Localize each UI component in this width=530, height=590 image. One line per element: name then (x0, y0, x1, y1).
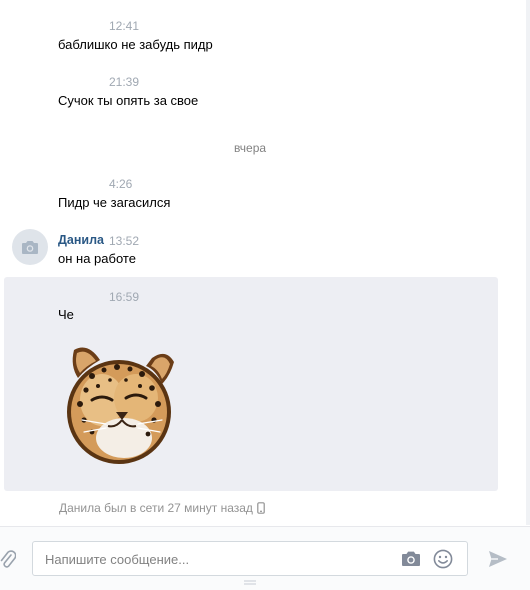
date-separator: вчера (233, 141, 267, 155)
send-arrow-icon[interactable] (487, 549, 509, 569)
message-text: Пидр че загасился (58, 195, 171, 210)
presence-status: Данила был в сети 27 минут назад (59, 501, 265, 515)
message-text: баблишко не забудь пидр (58, 37, 213, 52)
leopard-sticker (67, 347, 174, 464)
message-text: Сучок ты опять за свое (58, 93, 199, 108)
mobile-phone-icon (257, 502, 265, 514)
message-time: 4:26 (109, 177, 133, 191)
paperclip-icon[interactable] (0, 549, 16, 571)
message-text: он на работе (58, 251, 136, 266)
sender-name[interactable]: Данила (58, 233, 104, 247)
message-time: 13:52 (109, 234, 140, 248)
message-time: 21:39 (109, 75, 140, 89)
avatar[interactable] (12, 229, 48, 265)
camera-icon (22, 240, 38, 254)
message-time: 12:41 (109, 19, 140, 33)
message-placeholder: Напишите сообщение... (45, 552, 190, 567)
resize-grip-icon[interactable] (244, 580, 256, 586)
scrollbar-track[interactable] (526, 0, 530, 525)
message-time: 16:59 (109, 290, 140, 304)
camera-icon[interactable] (401, 550, 421, 568)
status-text: Данила был в сети 27 минут назад (59, 501, 253, 515)
smile-icon[interactable] (433, 549, 453, 569)
message-input[interactable]: Напишите сообщение... (32, 541, 468, 576)
message-text: Че (58, 307, 74, 322)
